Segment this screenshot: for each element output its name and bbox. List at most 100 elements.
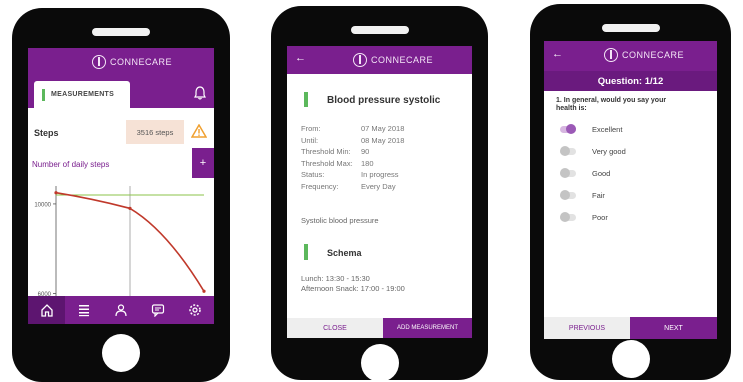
question-counter: Question: 1/12 <box>597 75 664 87</box>
toggle-off[interactable] <box>560 190 576 200</box>
answer-option[interactable]: Excellent <box>560 124 623 134</box>
next-button[interactable]: NEXT <box>630 317 717 339</box>
toggle-off[interactable] <box>560 168 576 178</box>
app-header: CONNECARE MEASUREMENTS <box>28 48 214 108</box>
field-label: Threshold Min: <box>301 147 351 156</box>
chart-header: Number of daily steps <box>32 160 110 169</box>
field-label: Status: <box>301 170 325 179</box>
settings-icon <box>189 304 202 316</box>
phone-3: ← CONNECARE Question: 1/12 1. In general… <box>530 4 731 380</box>
toggle-off[interactable] <box>560 212 576 222</box>
screen-measurements: CONNECARE MEASUREMENTS Steps 3516 steps … <box>28 48 214 324</box>
phone-home-button[interactable] <box>360 344 399 382</box>
steps-label: Steps <box>34 128 59 138</box>
question-header: Question: 1/12 <box>544 71 717 91</box>
field-list: From: 07 May 2018 Until: 08 May 2018 Thres… <box>301 124 404 193</box>
add-measurement-label: ADD MEASUREMENT <box>396 325 458 331</box>
screen-measurement-detail: ← CONNECARE Blood pressure systolic From… <box>287 46 472 338</box>
field-value: In progress <box>361 170 399 179</box>
measurement-description: Systolic blood pressure <box>301 216 379 225</box>
data-point <box>54 191 58 195</box>
schema-line: Afternoon Snack: 17:00 - 19:00 <box>301 284 405 293</box>
previous-button[interactable]: PREVIOUS <box>544 317 630 339</box>
answer-label: Poor <box>592 213 608 222</box>
phone-home-button[interactable] <box>611 340 650 378</box>
field-value: 180 <box>361 158 374 168</box>
field-row: Threshold Max: 180 <box>301 159 404 171</box>
field-row: Threshold Min: 90 <box>301 147 404 159</box>
close-button-label: CLOSE <box>323 324 347 332</box>
field-value: Every Day <box>361 181 396 191</box>
connecare-logo-icon <box>353 53 367 67</box>
bell-icon[interactable] <box>194 86 206 100</box>
measurements-icon <box>42 88 45 101</box>
answer-option[interactable]: Good <box>560 168 611 178</box>
brand-name: CONNECARE <box>622 50 685 60</box>
schema-title: Schema <box>327 248 362 258</box>
nav-list[interactable] <box>65 296 102 324</box>
schema-line: Lunch: 13:30 - 15:30 <box>301 274 370 283</box>
home-icon <box>40 304 53 317</box>
phone-2: ← CONNECARE Blood pressure systolic From… <box>271 6 488 382</box>
brand: CONNECARE <box>604 41 684 69</box>
steps-badge-value: 3516 steps <box>136 127 174 137</box>
field-row: Until: 08 May 2018 <box>301 136 404 148</box>
toggle-off[interactable] <box>560 146 576 156</box>
app-header: ← CONNECARE <box>544 41 717 71</box>
phone-speaker <box>350 26 409 34</box>
measurement-title: Blood pressure systolic <box>327 95 441 106</box>
nav-home[interactable] <box>28 296 66 324</box>
phone-1: CONNECARE MEASUREMENTS Steps 3516 steps … <box>12 8 230 382</box>
app-header: ← CONNECARE <box>287 46 472 74</box>
field-value: 08 May 2018 <box>361 135 405 145</box>
y-tick-label: 10000 <box>34 202 51 208</box>
bottom-nav <box>28 296 214 324</box>
phone-speaker <box>601 24 660 32</box>
data-point <box>128 206 132 210</box>
data-point <box>202 289 206 293</box>
schema-icon <box>304 244 308 260</box>
steps-badge: 3516 steps <box>126 120 184 144</box>
warning-icon[interactable] <box>190 123 208 138</box>
nav-settings[interactable] <box>177 296 214 324</box>
question-text: 1. In general, would you say your <box>556 97 667 104</box>
field-label: Until: <box>301 135 319 145</box>
add-measurement-button[interactable]: ADD MEASUREMENT <box>383 318 472 338</box>
brand: CONNECARE <box>92 48 172 76</box>
answer-option[interactable]: Poor <box>560 212 608 222</box>
connecare-logo-icon <box>604 48 618 62</box>
answer-option[interactable]: Very good <box>560 146 626 156</box>
answer-label: Good <box>592 169 611 178</box>
list-icon <box>78 305 89 317</box>
add-icon: + <box>199 157 207 169</box>
field-label: From: <box>301 124 321 133</box>
field-row: Frequency: Every Day <box>301 182 404 194</box>
question-text-cont: health is: <box>556 105 587 112</box>
phone-home-button[interactable] <box>102 334 140 372</box>
field-value: 07 May 2018 <box>361 124 405 133</box>
toggle-on[interactable] <box>560 124 576 134</box>
answer-label: Very good <box>592 147 626 156</box>
brand-name: CONNECARE <box>110 57 173 67</box>
phone-speaker <box>92 28 150 36</box>
nav-people[interactable] <box>102 296 139 324</box>
screen-questionnaire: ← CONNECARE Question: 1/12 1. In general… <box>544 41 717 339</box>
brand: CONNECARE <box>353 46 433 74</box>
field-row: Status: In progress <box>301 170 404 182</box>
chat-icon <box>152 304 165 317</box>
field-value: 90 <box>361 147 370 156</box>
add-chart-button[interactable]: + <box>192 148 214 178</box>
people-icon <box>115 304 127 317</box>
close-button[interactable]: CLOSE <box>287 318 383 338</box>
back-arrow-icon[interactable]: ← <box>552 48 563 60</box>
brand-name: CONNECARE <box>371 55 434 65</box>
back-arrow-icon[interactable]: ← <box>295 52 306 64</box>
tab-measurements[interactable]: MEASUREMENTS <box>34 81 130 108</box>
next-button-label: NEXT <box>664 324 683 332</box>
connecare-logo-icon <box>92 55 106 69</box>
answer-option[interactable]: Fair <box>560 190 605 200</box>
nav-chat[interactable] <box>140 296 177 324</box>
measurement-icon <box>304 92 308 107</box>
answer-label: Fair <box>592 191 605 200</box>
answer-label: Excellent <box>592 125 623 134</box>
